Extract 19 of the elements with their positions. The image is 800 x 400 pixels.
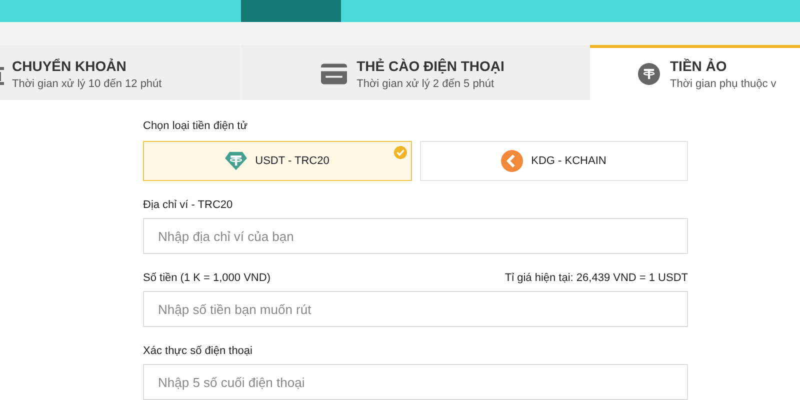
currency-option[interactable]: KDG - KCHAIN [420, 141, 688, 181]
method-tab[interactable]: CHUYỂN KHOẢN Thời gian xử lý 10 đến 12 phút [0, 45, 240, 100]
card-icon [320, 63, 347, 85]
field-label: Xác thực số điện thoại [143, 345, 252, 357]
input-field[interactable]: Nhập số tiền bạn muốn rút [143, 291, 688, 327]
currency-option[interactable]: USDT - TRC20 [143, 141, 412, 181]
field-label: Địa chỉ ví - TRC20 [143, 199, 233, 211]
field-label: Chọn loại tiền điện tử [143, 120, 248, 132]
input-field[interactable]: Nhập 5 số cuối điện thoại [143, 364, 688, 400]
input-field[interactable]: Nhập địa chỉ ví của bạn [143, 218, 688, 254]
method-tab[interactable]: TIỀN ẢO Thời gian phụ thuộc v [590, 45, 800, 100]
tether-icon [225, 150, 248, 172]
exchange-rate: Tỉ giá hiện tại: 26,439 VND = 1 USDT [504, 272, 688, 284]
method-tab[interactable]: THẺ CÀO ĐIỆN THOẠI Thời gian xử lý 2 đến 5 phút [241, 45, 590, 100]
coin-icon [501, 150, 524, 172]
check-icon [394, 146, 406, 159]
tether-icon [636, 63, 662, 85]
nav-item[interactable] [241, 0, 341, 22]
field-label: Số tiền (1 K = 1,000 VND) [143, 272, 270, 284]
